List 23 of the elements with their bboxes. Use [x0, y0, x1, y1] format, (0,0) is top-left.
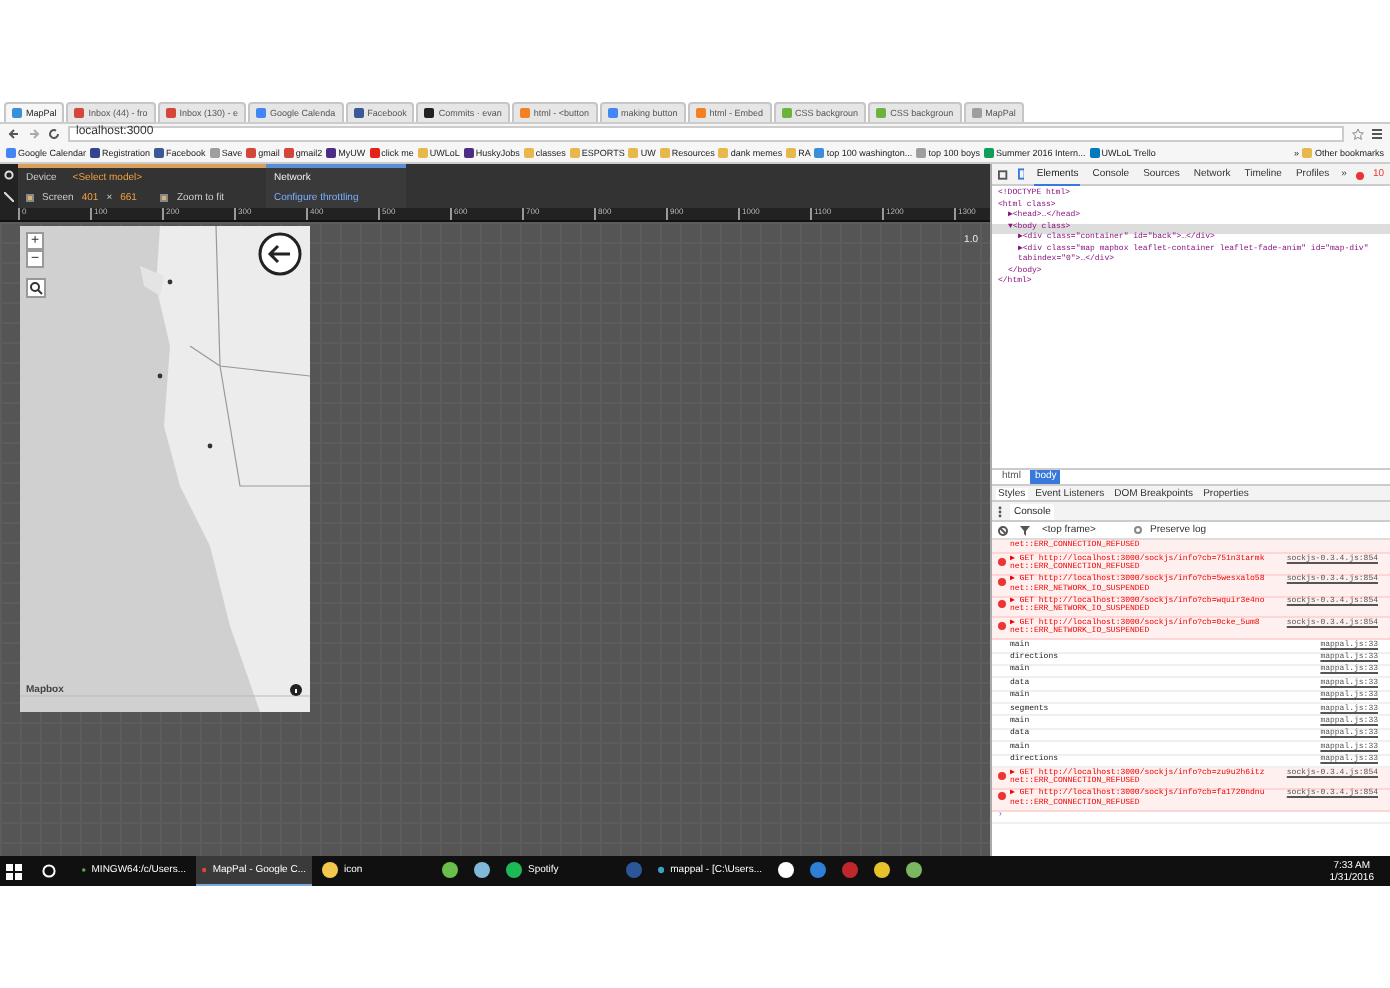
error-icon	[998, 771, 1006, 780]
windows-start-icon[interactable]	[6, 863, 22, 879]
error-icon	[1356, 171, 1365, 179]
search-icon[interactable]	[26, 278, 46, 298]
checkbox[interactable]	[1134, 526, 1142, 534]
checkbox[interactable]	[26, 194, 34, 202]
error-icon	[998, 600, 1006, 609]
reload-icon[interactable]	[48, 128, 60, 140]
menu-icon[interactable]	[1372, 128, 1382, 140]
gear-icon[interactable]	[4, 170, 14, 180]
inspect-icon[interactable]	[998, 169, 1008, 179]
info-icon[interactable]	[290, 684, 302, 696]
back-icon[interactable]	[8, 128, 20, 140]
star-icon[interactable]	[1352, 128, 1364, 140]
checkbox[interactable]	[160, 194, 169, 202]
folder-icon	[1302, 147, 1313, 158]
device-icon[interactable]	[1017, 168, 1025, 180]
error-icon	[998, 578, 1006, 587]
error-icon	[998, 792, 1006, 801]
rotate-icon[interactable]	[4, 192, 14, 202]
clear-icon[interactable]	[998, 525, 1008, 535]
error-icon	[998, 557, 1006, 565]
error-icon	[998, 621, 1006, 630]
